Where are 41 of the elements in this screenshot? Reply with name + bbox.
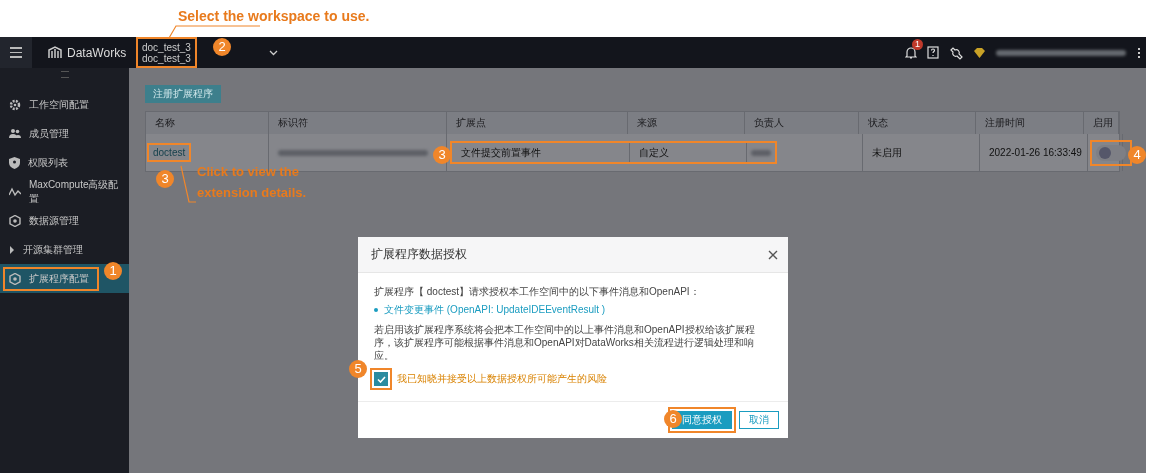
bell-icon[interactable]	[905, 45, 917, 60]
dialog-text: 若启用该扩展程序系统将会把本工作空间中的以上事件消息和OpenAPI授权给该扩展程序，该扩展程序可能根据事件消息和OpenAPI对DataWorks相关流程进行逻辑处理和响应。	[374, 323, 756, 362]
caret-right-icon	[9, 245, 15, 254]
menu-icon[interactable]	[0, 37, 32, 68]
sidebar-item[interactable]: 工作空间配置	[0, 90, 129, 119]
close-icon[interactable]	[768, 249, 778, 260]
table-cell: 自定义	[630, 143, 747, 162]
help-icon[interactable]	[927, 46, 939, 59]
hexagon-icon	[9, 272, 21, 285]
workspace-selector[interactable]: doc_test_3 doc_test_3	[142, 41, 191, 64]
logo-icon	[48, 46, 62, 59]
notification-badge: 1	[912, 38, 923, 50]
sidebar-item[interactable]: MaxCompute高级配置	[0, 177, 129, 206]
sidebar-item[interactable]: 数据源管理	[0, 206, 129, 235]
enable-toggle[interactable]	[1096, 144, 1126, 161]
annotation-text: Select the workspace to use.	[178, 8, 370, 24]
dialog-text: 扩展程序【 doctest】请求授权本工作空间中的以下事件消息和OpenAPI：	[374, 285, 701, 298]
brand-name: DataWorks	[67, 45, 127, 60]
table-cell: 2022-01-26 16:33:49	[980, 134, 1088, 171]
gear-icon	[9, 98, 21, 111]
line-chart-icon	[9, 186, 21, 197]
table-cell: 文件提交前置事件	[452, 143, 630, 162]
blurred-text	[751, 149, 771, 156]
dialog-title: 扩展程序数据授权	[371, 246, 467, 263]
drag-handle-icon[interactable]	[60, 71, 69, 78]
annotation-text: Click to view the extension details.	[197, 163, 307, 202]
hexagon-icon	[9, 214, 21, 227]
sidebar-item[interactable]: 成员管理	[0, 119, 129, 148]
people-icon	[9, 128, 21, 139]
diamond-icon	[973, 46, 986, 59]
bullet-icon	[374, 308, 378, 312]
wrench-icon[interactable]	[949, 45, 963, 60]
chevron-down-icon[interactable]	[268, 49, 278, 56]
sidebar-item[interactable]: 权限列表	[0, 148, 129, 177]
event-item: 文件变更事件 (OpenAPI: UpdateIDEEventResult )	[384, 303, 606, 317]
consent-label: 我已知晓并接受以上数据授权所可能产生的风险	[397, 372, 607, 386]
sidebar-item[interactable]: 开源集群管理	[0, 235, 129, 264]
leader-line	[180, 165, 196, 203]
register-extension-button[interactable]: 注册扩展程序	[145, 85, 221, 103]
shield-icon	[9, 156, 20, 169]
table-cell: 未启用	[863, 134, 980, 171]
